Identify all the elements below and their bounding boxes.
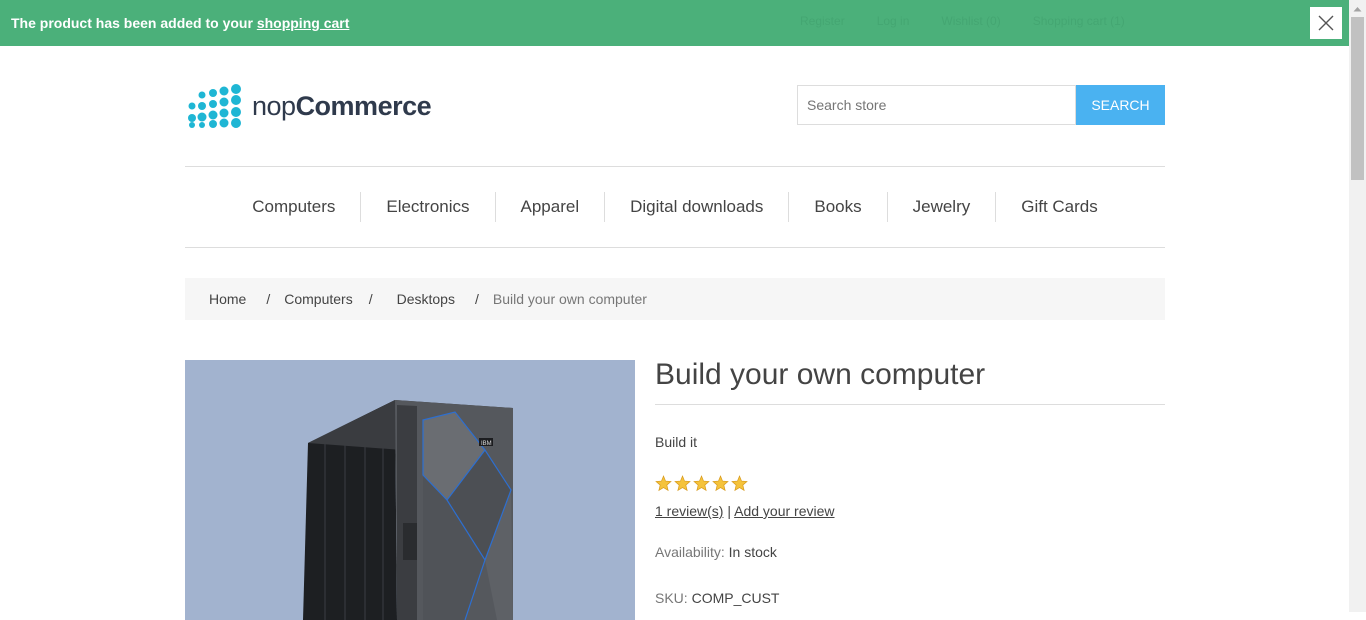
search-input[interactable] — [797, 85, 1076, 125]
register-link[interactable]: Register — [800, 14, 845, 28]
top-menu: Computers Electronics Apparel Digital do… — [185, 166, 1165, 248]
product-image[interactable]: IBM — [185, 360, 635, 620]
star-icon — [712, 475, 729, 492]
breadcrumb-separator: / — [266, 291, 271, 307]
breadcrumb-computers[interactable]: Computers — [284, 291, 352, 307]
notification-bar: Register Log in Wishlist (0) Shopping ca… — [0, 0, 1349, 46]
computer-tower-image: IBM — [303, 400, 513, 620]
breadcrumb-home[interactable]: Home — [209, 291, 246, 307]
close-icon — [1318, 15, 1334, 31]
scrollbar-thumb[interactable] — [1351, 17, 1364, 180]
notification-message: The product has been added to your shopp… — [11, 15, 349, 31]
sku: SKU: COMP_CUST — [655, 590, 779, 606]
menu-item-jewelry[interactable]: Jewelry — [886, 192, 996, 222]
product-title: Build your own computer — [655, 358, 1165, 405]
availability-label: Availability: — [655, 544, 725, 560]
scroll-up-arrow-icon[interactable] — [1349, 0, 1366, 17]
star-icon — [674, 475, 691, 492]
availability: Availability: In stock — [655, 544, 777, 560]
vertical-scrollbar[interactable] — [1349, 0, 1366, 612]
product-rating — [655, 475, 748, 492]
nopcommerce-dots-icon — [188, 84, 241, 128]
reviews-count-link[interactable]: 1 review(s) — [655, 503, 723, 519]
breadcrumb: Home / Computers / Desktops / Build your… — [185, 278, 1165, 320]
reviews-separator: | — [727, 503, 731, 519]
close-notification-button[interactable] — [1310, 7, 1342, 39]
search-box: SEARCH — [797, 85, 1165, 125]
availability-value: In stock — [728, 544, 777, 560]
store-logo[interactable]: nopCommerce — [186, 84, 432, 128]
shopping-cart-notification-link[interactable]: shopping cart — [257, 15, 350, 31]
menu-item-digital-downloads[interactable]: Digital downloads — [604, 192, 788, 222]
menu-item-books[interactable]: Books — [788, 192, 886, 222]
product-short-description: Build it — [655, 434, 698, 450]
sku-label: SKU: — [655, 590, 688, 606]
star-icon — [655, 475, 672, 492]
menu-item-gift-cards[interactable]: Gift Cards — [995, 192, 1123, 222]
breadcrumb-separator: / — [474, 291, 479, 307]
menu-item-apparel[interactable]: Apparel — [494, 192, 605, 222]
breadcrumb-separator: / — [368, 291, 373, 307]
breadcrumb-desktops[interactable]: Desktops — [397, 291, 455, 307]
notification-text: The product has been added to your — [11, 15, 257, 31]
breadcrumb-current: Build your own computer — [492, 291, 647, 307]
star-icon — [693, 475, 710, 492]
header-links: Register Log in Wishlist (0) Shopping ca… — [800, 14, 1125, 28]
sku-value: COMP_CUST — [691, 590, 780, 606]
search-button[interactable]: SEARCH — [1076, 85, 1165, 125]
star-icon — [731, 475, 748, 492]
menu-item-computers[interactable]: Computers — [227, 192, 360, 222]
shopping-cart-link[interactable]: Shopping cart (1) — [1033, 14, 1125, 28]
wishlist-link[interactable]: Wishlist (0) — [941, 14, 1000, 28]
menu-item-electronics[interactable]: Electronics — [360, 192, 494, 222]
svg-text:IBM: IBM — [481, 441, 492, 447]
login-link[interactable]: Log in — [877, 14, 910, 28]
product-reviews-links: 1 review(s) | Add your review — [655, 503, 835, 519]
add-review-link[interactable]: Add your review — [734, 503, 834, 519]
logo-text: nopCommerce — [252, 90, 432, 121]
